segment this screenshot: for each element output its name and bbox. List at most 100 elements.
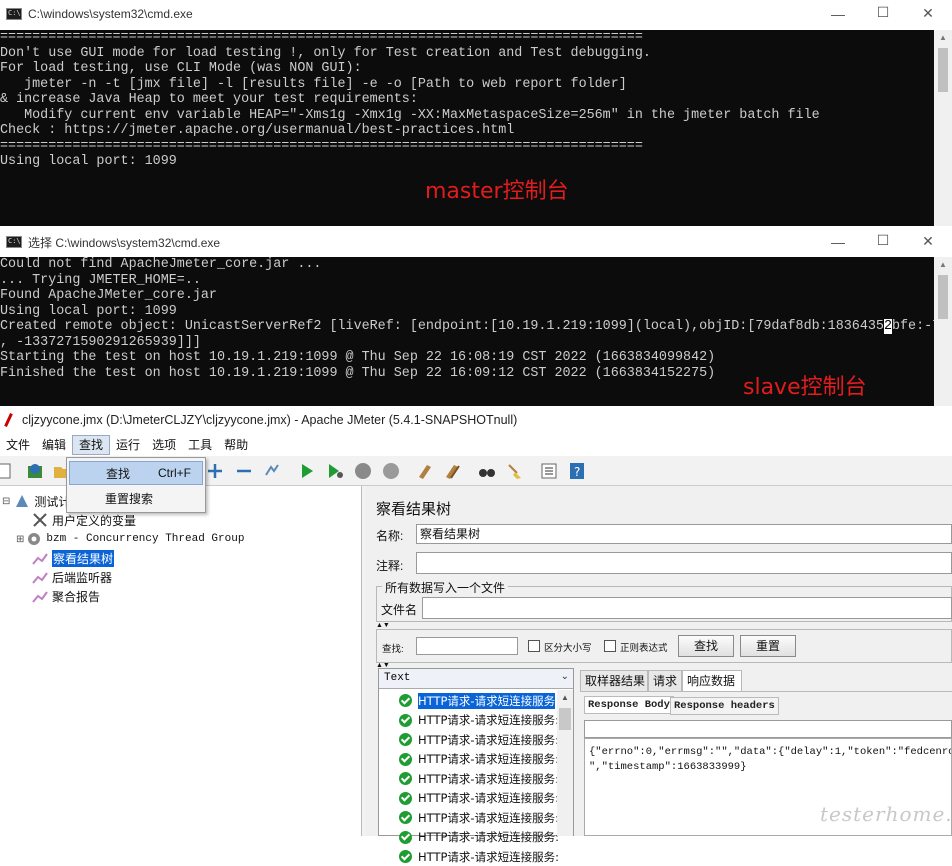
console-line: ... Trying JMETER_HOME=.. — [0, 272, 201, 288]
start-icon[interactable] — [297, 461, 317, 481]
expand-icon[interactable] — [205, 461, 225, 481]
panel-title: 察看结果树 — [376, 501, 452, 518]
collapse-icon[interactable] — [234, 461, 254, 481]
result-row[interactable]: HTTP请求-请求短连接服务: — [399, 808, 559, 827]
tree-item-label: bzm - Concurrency Thread Group — [46, 533, 245, 545]
case-sensitive-checkbox[interactable] — [528, 640, 540, 652]
scroll-thumb[interactable] — [559, 708, 571, 730]
binoculars-icon[interactable] — [477, 461, 497, 481]
minimize-icon[interactable]: — — [815, 6, 861, 22]
broom-icon[interactable] — [505, 461, 525, 481]
success-check-icon — [399, 733, 412, 746]
tree-item-aggregate-report[interactable]: 聚合报告 — [32, 587, 100, 605]
shutdown-icon[interactable] — [381, 461, 401, 481]
success-check-icon — [399, 694, 412, 707]
cmd-icon — [6, 236, 22, 248]
result-row[interactable]: HTTP请求-请求短连接服务: — [399, 789, 559, 808]
help-icon[interactable]: ? — [567, 461, 587, 481]
new-icon[interactable] — [0, 461, 14, 481]
tree-item-view-results-tree[interactable]: 察看结果树 — [32, 549, 115, 567]
tree-item-backend-listener[interactable]: 后端监听器 — [32, 568, 112, 586]
menu-run[interactable]: 运行 — [110, 435, 146, 455]
response-search-field[interactable] — [584, 720, 952, 738]
menu-tools[interactable]: 工具 — [182, 435, 218, 455]
results-scrollbar[interactable]: ▲ — [557, 690, 573, 836]
chevron-down-icon: ⌄ — [560, 671, 569, 682]
result-row-label: HTTP请求-请求短连接服务 — [418, 692, 556, 709]
scroll-thumb[interactable] — [938, 48, 948, 92]
master-title-bar[interactable]: C:\windows\system32\cmd.exe — ☐ ✕ — [0, 0, 952, 28]
menu-item-find-label: 查找 — [106, 466, 131, 481]
console-line: Check : https://jmeter.apache.org/userma… — [0, 123, 515, 138]
stop-icon[interactable] — [353, 461, 373, 481]
tab-sampler-result[interactable]: 取样器结果 — [580, 670, 648, 692]
menu-item-reset-search[interactable]: 重置搜索 — [69, 486, 203, 510]
jmeter-title-bar[interactable]: cljzyycone.jmx (D:\JmeterCLJZY\cljzyycon… — [0, 406, 952, 434]
result-row[interactable]: HTTP请求-请求短连接服务: — [399, 711, 559, 730]
clear-icon[interactable] — [415, 461, 435, 481]
splitter-arrows-icon[interactable]: ▲▼ — [376, 622, 390, 629]
collapse-toggle-icon[interactable]: ⊟ — [2, 496, 10, 507]
tree-item-thread-group[interactable]: ⊞ bzm - Concurrency Thread Group — [16, 530, 244, 548]
close-icon[interactable]: ✕ — [905, 233, 951, 250]
tree-root[interactable]: ⊟ 测试计 — [2, 492, 70, 510]
menu-edit[interactable]: 编辑 — [36, 435, 72, 455]
start-no-pauses-icon[interactable] — [325, 461, 345, 481]
result-row-label: HTTP请求-请求短连接服务: — [418, 830, 559, 844]
master-scrollbar[interactable]: ▲ — [934, 30, 952, 226]
result-row[interactable]: HTTP请求-请求短连接服务: — [399, 730, 559, 749]
menu-search[interactable]: 查找 — [72, 435, 111, 455]
toggle-icon[interactable] — [262, 461, 282, 481]
menu-item-find[interactable]: 查找 Ctrl+F — [69, 461, 203, 485]
menu-file[interactable]: 文件 — [0, 435, 36, 455]
maximize-icon[interactable]: ☐ — [860, 232, 906, 249]
expand-toggle-icon[interactable]: ⊞ — [16, 534, 24, 545]
clear-all-icon[interactable] — [443, 461, 463, 481]
tree-item-user-vars[interactable]: 用户定义的变量 — [32, 511, 136, 529]
tree-item-label: 用户定义的变量 — [52, 513, 137, 528]
close-icon[interactable]: ✕ — [905, 5, 951, 22]
slave-title-bar[interactable]: 选择 C:\windows\system32\cmd.exe — ☐ ✕ — [0, 228, 952, 256]
console-line: jmeter -n -t [jmx file] -l [results file… — [0, 76, 627, 92]
menu-options[interactable]: 选项 — [146, 435, 182, 455]
subtab-response-headers[interactable]: Response headers — [670, 697, 779, 715]
result-row-label: HTTP请求-请求短连接服务: — [418, 791, 559, 805]
result-row[interactable]: HTTP请求-请求短连接服务: — [399, 769, 559, 788]
success-check-icon — [399, 830, 412, 844]
console-line: & increase Java Heap to meet your test r… — [0, 92, 418, 107]
tab-response-data[interactable]: 响应数据 — [682, 670, 742, 692]
console-line: Modify current env variable HEAP="-Xms1g… — [0, 107, 820, 123]
maximize-icon[interactable]: ☐ — [860, 4, 906, 21]
menu-help[interactable]: 帮助 — [218, 435, 254, 455]
scroll-up-icon[interactable]: ▲ — [934, 30, 952, 46]
scroll-up-icon[interactable]: ▲ — [934, 257, 952, 273]
regex-checkbox[interactable] — [604, 640, 616, 652]
success-check-icon — [399, 752, 412, 766]
result-row[interactable]: HTTP请求-请求短连接服务: — [399, 750, 559, 769]
result-row[interactable]: HTTP请求-请求短连接服务 — [399, 691, 556, 710]
slave-scrollbar[interactable]: ▲ — [934, 257, 952, 406]
scroll-thumb[interactable] — [938, 275, 948, 319]
tab-request[interactable]: 请求 — [648, 670, 682, 692]
console-line: Using local port: 1099 — [0, 154, 177, 169]
search-input[interactable] — [416, 637, 518, 655]
tree-item-label: 聚合报告 — [52, 589, 101, 604]
function-helper-icon[interactable] — [539, 461, 559, 481]
test-plan-tree: ⊟ 测试计 用户定义的变量 ⊞ bzm - Concurrency Thread… — [0, 486, 362, 836]
scroll-up-icon[interactable]: ▲ — [557, 690, 573, 706]
tree-root-label: 测试计 — [34, 494, 71, 509]
reset-button[interactable]: 重置 — [740, 635, 796, 657]
result-row[interactable]: HTTP请求-请求短连接服务: — [399, 847, 559, 866]
subtab-response-body[interactable]: Response Body — [584, 696, 674, 714]
watermark: testerhome.com — [820, 802, 952, 826]
search-button[interactable]: 查找 — [678, 635, 734, 657]
renderer-select[interactable]: Text ⌄ — [379, 669, 573, 689]
result-row[interactable]: HTTP请求-请求短连接服务: — [399, 828, 559, 847]
console-line: Using local port: 1099 — [0, 303, 177, 319]
filename-field[interactable] — [422, 597, 952, 619]
comment-field[interactable] — [416, 552, 952, 574]
templates-icon[interactable] — [25, 461, 45, 481]
tree-item-label: 后端监听器 — [52, 570, 113, 585]
minimize-icon[interactable]: — — [815, 234, 861, 250]
name-field[interactable]: 察看结果树 — [416, 524, 952, 544]
